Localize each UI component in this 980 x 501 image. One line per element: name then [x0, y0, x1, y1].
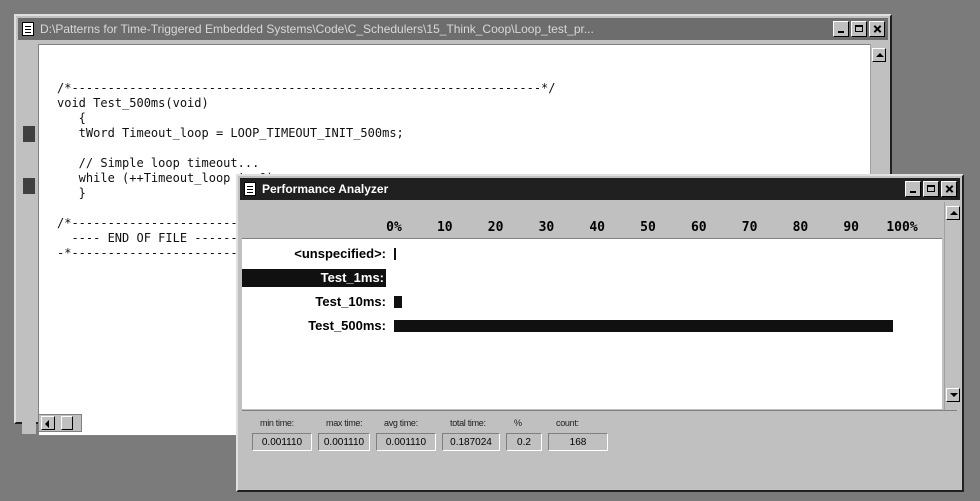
document-icon[interactable]	[22, 22, 34, 36]
stat-value: 168	[548, 433, 608, 451]
stat-value: 0.001110	[376, 433, 436, 451]
performance-analyzer-window[interactable]: Performance Analyzer 0% 10 20 30 40 50 60 70 80 9…	[236, 174, 964, 492]
editor-gutter	[22, 44, 36, 434]
code-line: {	[57, 111, 86, 125]
scroll-thumb[interactable]	[61, 416, 73, 430]
scale-tick-label: 70	[741, 220, 758, 235]
analyzer-plot[interactable]: <unspecified>: Test_1ms: Test_10ms: Test_50…	[242, 238, 942, 409]
code-line: /*--------------------------------------…	[57, 81, 556, 95]
stat-label: total time:	[450, 418, 486, 428]
stat-value: 0.001110	[252, 433, 312, 451]
performance-bar	[394, 248, 396, 260]
scale-tick-label: 60	[690, 220, 707, 235]
scale-tick-label: 0%	[386, 220, 402, 235]
stat-label: count:	[556, 418, 579, 428]
code-line: void Test_500ms(void)	[57, 96, 209, 110]
line-marker	[23, 126, 35, 142]
editor-titlebar[interactable]: D:\Patterns for Time-Triggered Embedded …	[18, 18, 888, 40]
scale-tick-label: 10	[436, 220, 453, 235]
task-row-label[interactable]: <unspecified>:	[294, 245, 386, 263]
scale-tick-label: 80	[792, 220, 809, 235]
scale-tick-label: 100%	[886, 220, 918, 235]
close-button[interactable]	[941, 181, 957, 197]
current-line-marker	[23, 178, 35, 194]
stat-label: max time:	[326, 418, 363, 428]
scale-tick-label: 20	[487, 220, 504, 235]
minimize-button[interactable]	[905, 181, 921, 197]
scroll-up-button[interactable]	[946, 206, 960, 220]
stat-label: %	[514, 418, 522, 428]
analyzer-titlebar[interactable]: Performance Analyzer	[240, 178, 960, 200]
scale-tick-label: 90	[843, 220, 860, 235]
statistics-panel: min time: 0.001110 max time: 0.001110 avg ti…	[242, 410, 957, 463]
performance-bar	[394, 320, 894, 332]
scale-tick-label: 50	[640, 220, 656, 235]
analyzer-vertical-scrollbar[interactable]	[944, 202, 961, 410]
scroll-left-button[interactable]	[41, 416, 55, 430]
maximize-button[interactable]	[851, 21, 867, 37]
performance-bar	[394, 296, 402, 308]
stat-label: min time:	[260, 418, 294, 428]
code-line: tWord Timeout_loop = LOOP_TIMEOUT_INIT_5…	[57, 126, 404, 140]
scroll-down-button[interactable]	[946, 388, 960, 402]
editor-title: D:\Patterns for Time-Triggered Embedded …	[40, 22, 594, 36]
editor-horizontal-scrollbar[interactable]	[38, 414, 82, 432]
code-line: // Simple loop timeout...	[57, 156, 260, 170]
task-row-label[interactable]: Test_500ms:	[308, 317, 386, 335]
scale-tick-label: 40	[589, 220, 606, 235]
window-menu-icon[interactable]	[244, 182, 256, 196]
task-row-label[interactable]: Test_1ms:	[242, 269, 386, 287]
analyzer-title: Performance Analyzer	[262, 182, 389, 196]
task-row-label[interactable]: Test_10ms:	[315, 293, 386, 311]
percentage-scale: 0% 10 20 30 40 50 60 70 80 90 100%	[242, 202, 942, 254]
scroll-up-button[interactable]	[872, 48, 886, 62]
stat-label: avg time:	[384, 418, 418, 428]
stat-value: 0.001110	[318, 433, 370, 451]
close-button[interactable]	[869, 21, 885, 37]
stat-value: 0.187024	[442, 433, 500, 451]
maximize-button[interactable]	[923, 181, 939, 197]
minimize-button[interactable]	[833, 21, 849, 37]
scale-tick-label: 30	[538, 220, 555, 235]
stat-value: 0.2	[506, 433, 542, 451]
